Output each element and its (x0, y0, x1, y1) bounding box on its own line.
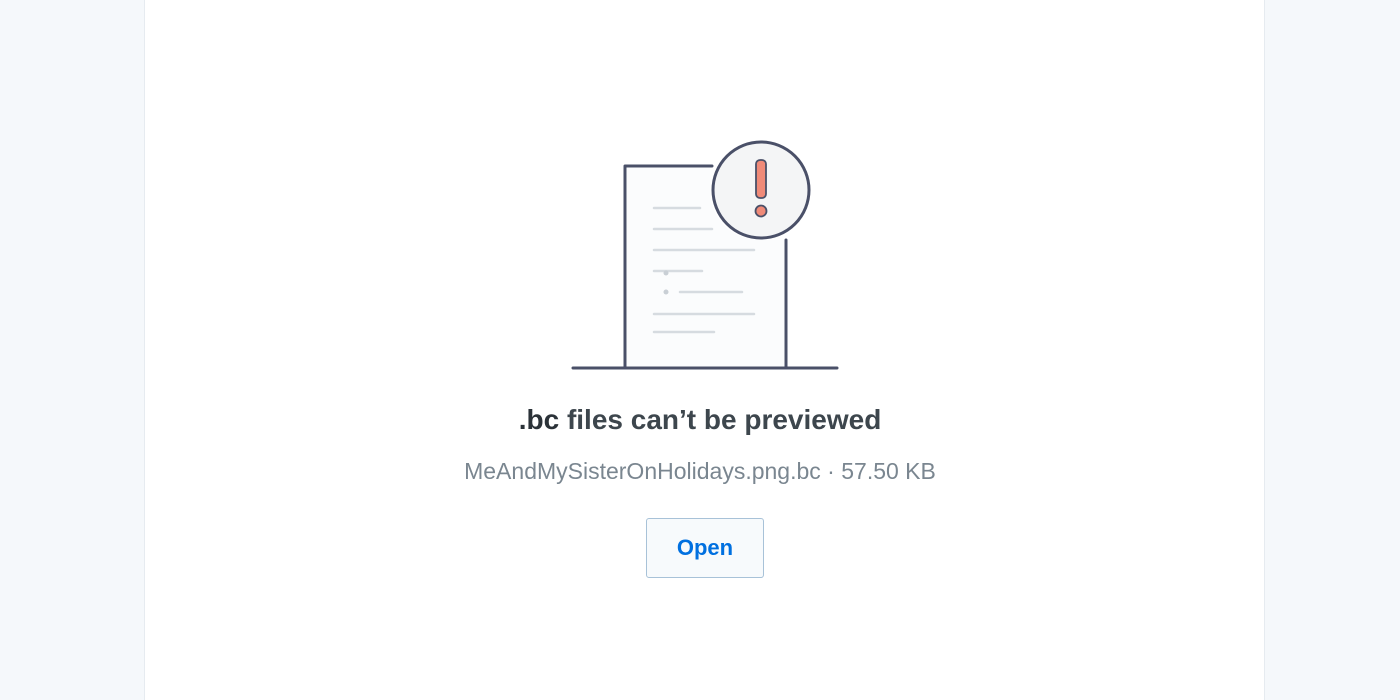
meta-separator: · (820, 458, 842, 484)
file-extension: .bc (518, 404, 560, 435)
open-button[interactable]: Open (646, 518, 764, 578)
preview-message: files can’t be previewed (559, 404, 882, 435)
file-size: 57.50 KB (841, 458, 936, 484)
file-info: MeAndMySisterOnHolidays.png.bc · 57.50 K… (0, 458, 1400, 485)
file-name: MeAndMySisterOnHolidays.png.bc (464, 458, 821, 484)
document-warning-icon (571, 140, 839, 370)
preview-unavailable-title: .bc files can’t be previewed (0, 404, 1400, 436)
